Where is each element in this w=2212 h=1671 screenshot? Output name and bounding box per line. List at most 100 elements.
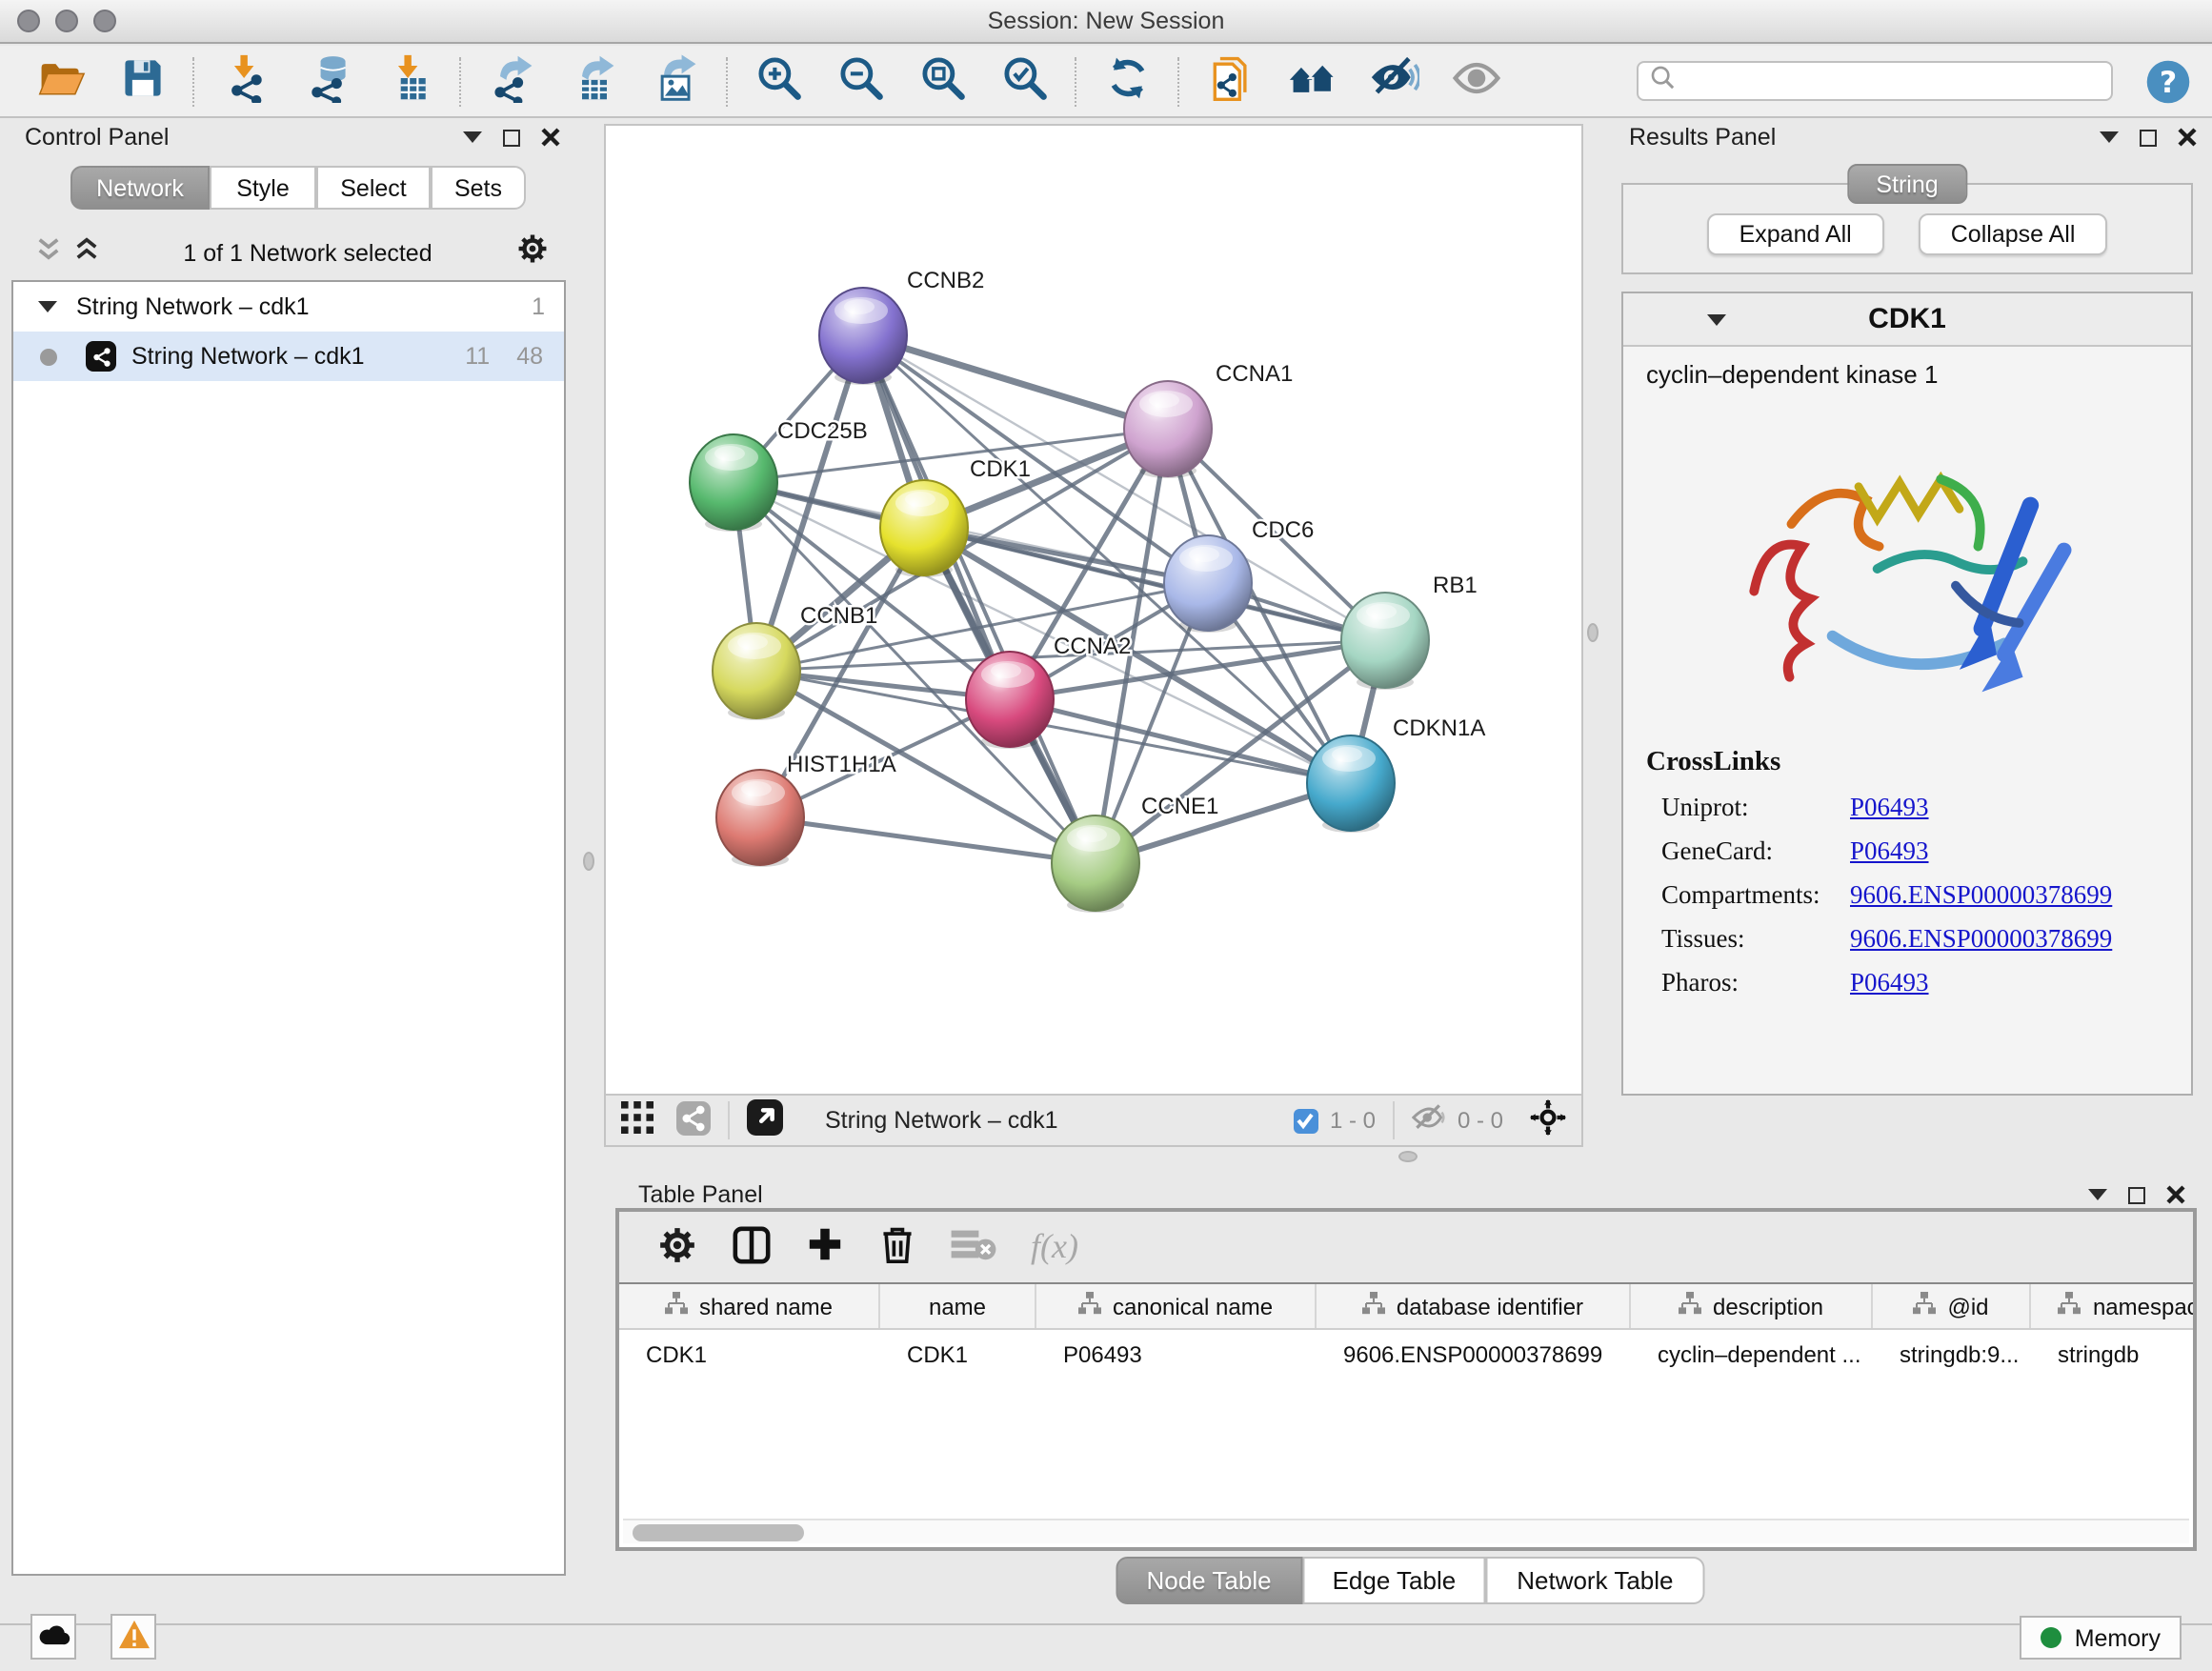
crosslink-link[interactable]: 9606.ENSP00000378699 xyxy=(1850,924,2112,955)
warning-status-button[interactable] xyxy=(111,1614,156,1660)
splitter-handle[interactable] xyxy=(583,852,594,871)
import-network-from-database-button[interactable] xyxy=(286,50,368,111)
fit-content-crosshair-icon[interactable] xyxy=(1530,1099,1566,1141)
node-CDC6[interactable] xyxy=(1164,535,1252,633)
import-table-button[interactable] xyxy=(368,50,450,111)
scrollbar-thumb[interactable] xyxy=(633,1524,804,1541)
horizontal-scrollbar[interactable] xyxy=(623,1519,2189,1543)
node-CCNA1[interactable] xyxy=(1124,381,1212,478)
search-input[interactable] xyxy=(1637,61,2113,101)
cell-canonical-name[interactable]: P06493 xyxy=(1036,1330,1317,1378)
panel-float-icon[interactable] xyxy=(2128,1186,2145,1203)
node-CCNA2[interactable] xyxy=(966,652,1054,749)
tab-select[interactable]: Select xyxy=(316,166,431,210)
birds-eye-view-icon[interactable] xyxy=(747,1099,783,1141)
export-table-button[interactable] xyxy=(553,50,634,111)
node-CCNB2[interactable] xyxy=(819,288,907,385)
cell-name[interactable]: CDK1 xyxy=(880,1330,1036,1378)
zoom-out-button[interactable] xyxy=(819,50,901,111)
crosslink-link[interactable]: 9606.ENSP00000378699 xyxy=(1850,880,2112,911)
copy-network-button[interactable] xyxy=(1189,50,1271,111)
column-header--id[interactable]: @id xyxy=(1873,1284,2031,1328)
table-settings-button[interactable] xyxy=(657,1224,697,1270)
edge-CCNB2-CCNA1[interactable] xyxy=(863,335,1168,429)
hidden-eye-slash-icon[interactable] xyxy=(1412,1103,1446,1137)
panel-menu-icon[interactable] xyxy=(2100,131,2119,143)
export-network-button[interactable] xyxy=(471,50,553,111)
save-session-button[interactable] xyxy=(101,50,183,111)
export-image-button[interactable] xyxy=(634,50,716,111)
show-all-button[interactable] xyxy=(1435,50,1517,111)
cloud-status-button[interactable] xyxy=(30,1614,76,1660)
network-share-icon[interactable] xyxy=(676,1100,711,1140)
column-header-shared-name[interactable]: shared name xyxy=(619,1284,880,1328)
cell--id[interactable]: stringdb:9... xyxy=(1873,1330,2031,1378)
selected-checkbox-icon[interactable] xyxy=(1294,1108,1318,1133)
expand-all-icon[interactable] xyxy=(74,236,99,271)
column-header-name[interactable]: name xyxy=(880,1284,1036,1328)
cell-database-identifier[interactable]: 9606.ENSP00000378699 xyxy=(1317,1330,1631,1378)
column-header-canonical-name[interactable]: canonical name xyxy=(1036,1284,1317,1328)
grid-view-icon[interactable] xyxy=(621,1101,654,1139)
hide-selected-button[interactable] xyxy=(1353,50,1435,111)
tab-network[interactable]: Network xyxy=(70,166,210,210)
import-network-button[interactable] xyxy=(204,50,286,111)
home-button[interactable] xyxy=(1271,50,1353,111)
panel-float-icon[interactable] xyxy=(503,129,520,146)
column-header-description[interactable]: description xyxy=(1631,1284,1873,1328)
node-CDKN1A[interactable] xyxy=(1307,735,1395,833)
tab-string[interactable]: String xyxy=(1847,164,1966,204)
crosslink-link[interactable]: P06493 xyxy=(1850,793,1929,823)
memory-button[interactable]: Memory xyxy=(2020,1616,2182,1660)
panel-float-icon[interactable] xyxy=(2140,129,2157,146)
delete-column-button[interactable] xyxy=(878,1223,916,1271)
function-builder-button[interactable]: f(x) xyxy=(1031,1227,1078,1267)
network-canvas[interactable]: CCNB2CCNA1CDC25BCDK1CDC6RB1CCNB1CCNA2CDK… xyxy=(606,126,1581,1094)
splitter-handle[interactable] xyxy=(1398,1151,1418,1162)
panel-menu-icon[interactable] xyxy=(2088,1189,2107,1200)
node-HIST1H1A[interactable] xyxy=(716,770,804,867)
panel-close-icon[interactable] xyxy=(2166,1185,2185,1204)
cell-shared-name[interactable]: CDK1 xyxy=(619,1330,880,1378)
zoom-fit-button[interactable] xyxy=(901,50,983,111)
column-header-namespace[interactable]: namespace xyxy=(2031,1284,2197,1328)
cell-namespace[interactable]: stringdb xyxy=(2031,1330,2197,1378)
tab-edge-table[interactable]: Edge Table xyxy=(1302,1557,1487,1604)
edge-CCNB2-CCNE1[interactable] xyxy=(863,335,1096,863)
collapse-all-button[interactable]: Collapse All xyxy=(1919,213,2108,255)
show-column-button[interactable] xyxy=(732,1224,772,1270)
crosslink-link[interactable]: P06493 xyxy=(1850,968,1929,998)
node-CDC25B[interactable] xyxy=(690,434,777,532)
zoom-in-button[interactable] xyxy=(737,50,819,111)
edge-HIST1H1A-CCNE1[interactable] xyxy=(760,817,1096,863)
column-header-database-identifier[interactable]: database identifier xyxy=(1317,1284,1631,1328)
panel-menu-icon[interactable] xyxy=(463,131,482,143)
node-CCNB1[interactable] xyxy=(713,623,800,720)
panel-close-icon[interactable] xyxy=(541,128,560,147)
create-column-button[interactable] xyxy=(806,1225,844,1269)
open-session-button[interactable] xyxy=(19,50,101,111)
node-CDK1[interactable] xyxy=(880,480,968,577)
tree-expand-icon[interactable] xyxy=(38,301,57,312)
zoom-selected-button[interactable] xyxy=(983,50,1065,111)
node-RB1[interactable] xyxy=(1341,593,1429,690)
tab-style[interactable]: Style xyxy=(210,166,316,210)
expand-all-button[interactable]: Expand All xyxy=(1707,213,1884,255)
network-row-selected[interactable]: String Network – cdk1 11 48 xyxy=(13,332,564,381)
collapse-all-icon[interactable] xyxy=(36,236,61,271)
cell-description[interactable]: cyclin–dependent ... xyxy=(1631,1330,1873,1378)
help-button[interactable]: ? xyxy=(2143,56,2193,106)
section-collapse-icon[interactable] xyxy=(1707,313,1726,325)
refresh-button[interactable] xyxy=(1086,50,1168,111)
delete-table-button[interactable] xyxy=(951,1227,996,1267)
splitter-handle[interactable] xyxy=(1587,623,1599,642)
panel-close-icon[interactable] xyxy=(2178,128,2197,147)
crosslink-link[interactable]: P06493 xyxy=(1850,836,1929,867)
tab-sets[interactable]: Sets xyxy=(431,166,526,210)
node-CCNE1[interactable] xyxy=(1052,815,1139,913)
table-row[interactable]: CDK1CDK1P064939606.ENSP00000378699cyclin… xyxy=(619,1330,2193,1378)
gear-icon[interactable] xyxy=(516,232,549,274)
tab-network-table[interactable]: Network Table xyxy=(1486,1557,1703,1604)
tab-node-table[interactable]: Node Table xyxy=(1116,1557,1301,1604)
protein-section-header[interactable]: CDK1 xyxy=(1623,293,2191,347)
